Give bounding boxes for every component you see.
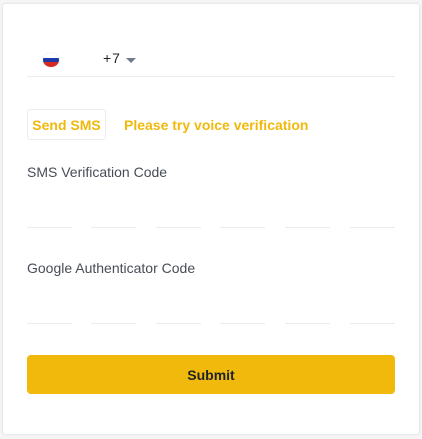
- sms-code-digit-5[interactable]: [285, 196, 330, 228]
- sms-code-digit-4[interactable]: [220, 196, 265, 228]
- phone-number-row: +7: [27, 36, 399, 78]
- google-auth-digit-1[interactable]: [27, 292, 72, 324]
- google-auth-digit-6[interactable]: [350, 292, 395, 324]
- google-auth-code-inputs: [27, 292, 395, 324]
- sms-code-digit-3[interactable]: [156, 196, 201, 228]
- google-auth-digit-5[interactable]: [285, 292, 330, 324]
- russia-flag-icon[interactable]: [43, 53, 59, 67]
- sms-code-digit-1[interactable]: [27, 196, 72, 228]
- voice-verification-link[interactable]: Please try voice verification: [124, 117, 308, 133]
- sms-code-digit-2[interactable]: [91, 196, 136, 228]
- google-auth-code-label: Google Authenticator Code: [27, 260, 196, 276]
- phone-number-input[interactable]: [151, 36, 399, 78]
- google-auth-digit-3[interactable]: [156, 292, 201, 324]
- submit-button[interactable]: Submit: [27, 355, 395, 394]
- send-sms-button[interactable]: Send SMS: [27, 109, 106, 140]
- google-auth-digit-2[interactable]: [91, 292, 136, 324]
- sms-code-label: SMS Verification Code: [27, 164, 168, 180]
- google-auth-digit-4[interactable]: [220, 292, 265, 324]
- sms-code-digit-6[interactable]: [350, 196, 395, 228]
- chevron-down-icon[interactable]: [126, 58, 136, 63]
- country-code[interactable]: +7: [103, 50, 121, 66]
- sms-code-inputs: [27, 196, 395, 228]
